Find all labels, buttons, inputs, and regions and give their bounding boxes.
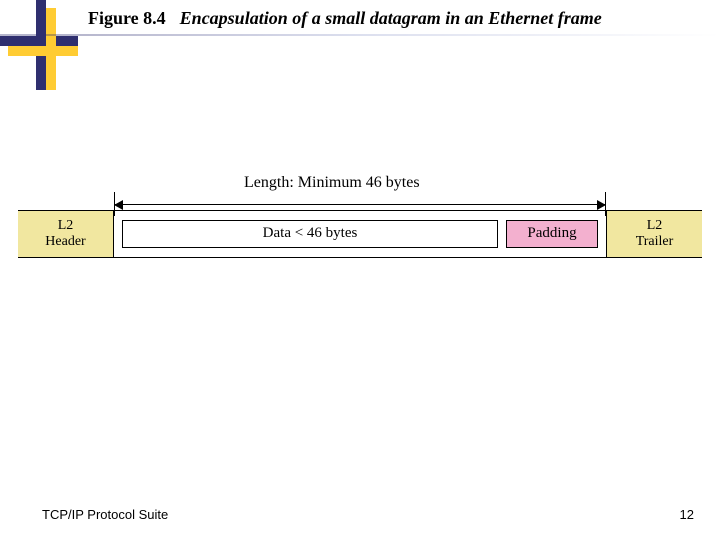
length-annotation: Length: Minimum 46 bytes [244, 174, 420, 192]
padding-field: Padding [506, 220, 598, 248]
ethernet-frame-diagram: Length: Minimum 46 bytes L2 Header Data … [18, 210, 702, 258]
figure-caption: Encapsulation of a small datagram in an … [180, 8, 602, 29]
dimension-line [114, 198, 606, 210]
title-underline [0, 34, 720, 36]
page-number: 12 [680, 507, 694, 522]
figure-title-row: Figure 8.4 Encapsulation of a small data… [88, 8, 710, 29]
l2-header-field: L2 Header [18, 211, 114, 257]
data-field: Data < 46 bytes [122, 220, 498, 248]
frame-row: L2 Header Data < 46 bytes Padding L2 Tra… [18, 210, 702, 258]
footer-book-title: TCP/IP Protocol Suite [42, 507, 168, 522]
payload-area: Data < 46 bytes Padding [114, 211, 606, 257]
l2-trailer-field: L2 Trailer [606, 211, 702, 257]
figure-label: Figure 8.4 [88, 8, 166, 29]
slide-corner-decoration [0, 0, 78, 100]
